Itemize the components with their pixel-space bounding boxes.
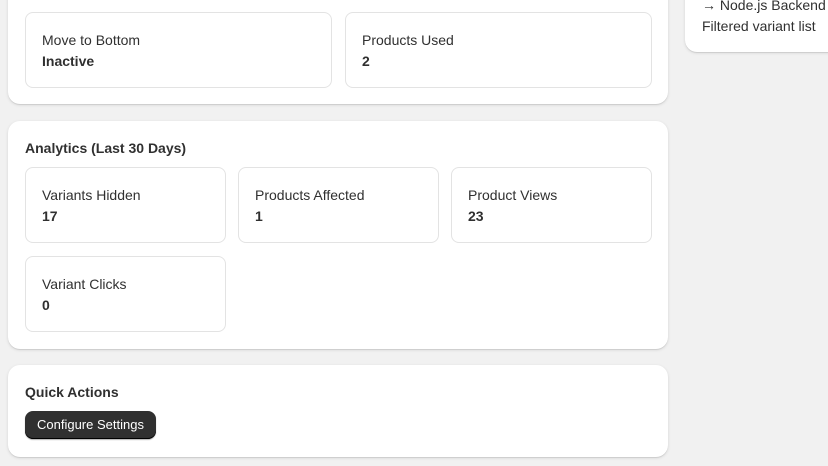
stat-value: 1 xyxy=(255,208,263,224)
stat-label: Products Used xyxy=(362,32,454,48)
stat-label: Product Views xyxy=(468,187,558,203)
stat-label: Variants Hidden xyxy=(42,187,141,203)
stat-variant-clicks: Variant Clicks 0 xyxy=(25,256,226,332)
flow-result-text: Filtered variant list xyxy=(702,18,816,34)
stat-products-affected: Products Affected 1 xyxy=(238,167,439,243)
flow-step-text: → Node.js Backend xyxy=(702,0,826,13)
quick-actions-title: Quick Actions xyxy=(25,384,119,400)
stat-value: Inactive xyxy=(42,53,95,69)
analytics-title: Analytics (Last 30 Days) xyxy=(25,140,187,156)
stat-products-used: Products Used 2 xyxy=(345,12,652,88)
stat-label: Variant Clicks xyxy=(42,276,127,292)
stat-value: 2 xyxy=(362,53,370,69)
stat-variants-hidden: Variants Hidden 17 xyxy=(25,167,226,243)
stat-value: 17 xyxy=(42,208,58,224)
stat-value: 0 xyxy=(42,297,50,313)
stat-product-views: Product Views 23 xyxy=(451,167,652,243)
stat-value: 23 xyxy=(468,208,484,224)
configure-settings-button[interactable]: Configure Settings xyxy=(25,411,156,439)
stat-move-to-bottom: Move to Bottom Inactive xyxy=(25,12,332,88)
stat-label: Products Affected xyxy=(255,187,365,203)
stat-label: Move to Bottom xyxy=(42,32,141,48)
